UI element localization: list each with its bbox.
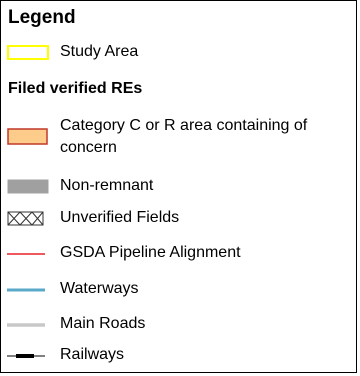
crosshatch-box-icon — [7, 211, 44, 226]
railway-line-icon — [7, 354, 45, 358]
legend-section-title: Filed verified REs — [8, 80, 143, 97]
legend-label-gsda-pipeline: GSDA Pipeline Alignment — [60, 244, 241, 261]
orange-fill-box-icon — [7, 128, 48, 145]
legend-item-non-remnant: Non-remnant — [1, 175, 358, 199]
legend-item-waterways: Waterways — [1, 278, 358, 302]
grey-fill-box-icon — [7, 179, 49, 194]
legend-item-study-area: Study Area — [1, 40, 358, 64]
legend-label-category-c-or-r: Category C or R area containing of conce… — [60, 117, 308, 156]
blue-line-icon — [7, 288, 45, 292]
grey-line-icon — [7, 323, 45, 327]
legend-item-unverified-fields: Unverified Fields — [1, 207, 358, 231]
legend-item-main-roads: Main Roads — [1, 313, 358, 337]
legend-label-railways: Railways — [60, 346, 125, 363]
legend-item-category-c-or-r: Category C or R area containing of conce… — [1, 113, 358, 163]
yellow-outline-box-icon — [7, 45, 49, 60]
legend-item-railways: Railways — [1, 344, 358, 368]
legend-title: Legend — [8, 7, 76, 28]
map-legend: Legend Study Area Filed verified REs Cat… — [0, 0, 357, 373]
legend-label-study-area: Study Area — [60, 43, 139, 60]
legend-item-gsda-pipeline: GSDA Pipeline Alignment — [1, 242, 358, 266]
legend-label-main-roads: Main Roads — [60, 315, 146, 332]
legend-label-waterways: Waterways — [60, 280, 139, 297]
legend-label-non-remnant: Non-remnant — [60, 177, 154, 194]
red-line-icon — [7, 253, 45, 255]
legend-label-unverified-fields: Unverified Fields — [60, 209, 180, 226]
